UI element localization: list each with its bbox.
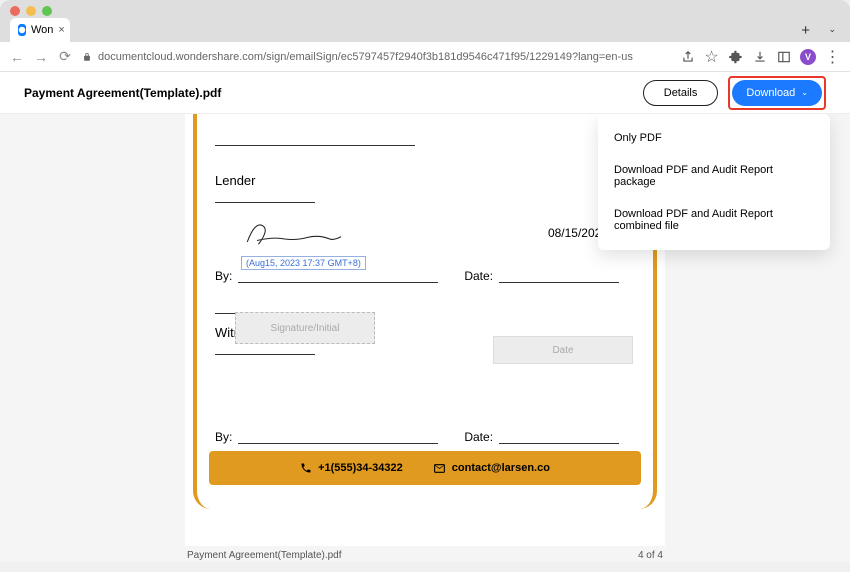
signature-placeholder[interactable]: Signature/Initial bbox=[235, 312, 375, 344]
close-window-icon[interactable] bbox=[10, 6, 20, 16]
browser-toolbar: ☆ V ⋮ bbox=[680, 49, 840, 65]
bookmark-icon[interactable]: ☆ bbox=[704, 49, 719, 64]
extensions-icon[interactable] bbox=[728, 49, 743, 64]
download-button[interactable]: Download ⌄ bbox=[732, 80, 822, 106]
by-line bbox=[238, 282, 438, 283]
tabs-menu-icon[interactable]: ⌄ bbox=[828, 24, 836, 35]
by-label: By: bbox=[215, 269, 232, 283]
tab-title: Won bbox=[31, 24, 53, 36]
footer-phone: +1(555)34-34322 bbox=[300, 462, 403, 474]
details-button[interactable]: Details bbox=[643, 80, 719, 106]
pager: Payment Agreement(Template).pdf 4 of 4 bbox=[185, 550, 665, 561]
pager-page-indicator: 4 of 4 bbox=[638, 550, 663, 561]
date-line bbox=[499, 443, 619, 444]
date-placeholder[interactable]: Date bbox=[493, 336, 633, 364]
blank-line bbox=[215, 354, 315, 355]
back-button[interactable]: ← bbox=[10, 49, 24, 65]
document-title: Payment Agreement(Template).pdf bbox=[24, 86, 221, 100]
page-container: Lender (Aug15, 2023 17:37 GMT+8) By: Dat… bbox=[185, 114, 665, 546]
date-label: Date: bbox=[464, 269, 493, 283]
tab-strip: Won × + ⌄ bbox=[0, 22, 850, 42]
page: Lender (Aug15, 2023 17:37 GMT+8) By: Dat… bbox=[193, 114, 657, 509]
blank-line bbox=[215, 132, 415, 146]
document-viewer[interactable]: Only PDF Download PDF and Audit Report p… bbox=[0, 114, 850, 562]
date-line bbox=[499, 282, 619, 283]
url-text: documentcloud.wondershare.com/sign/email… bbox=[98, 51, 633, 63]
window-titlebar bbox=[0, 0, 850, 22]
date-label: Date: bbox=[464, 430, 493, 444]
browser-tab[interactable]: Won × bbox=[10, 18, 70, 42]
kebab-menu-icon[interactable]: ⋮ bbox=[825, 49, 840, 64]
header-actions: Details Download ⌄ bbox=[643, 76, 826, 110]
reload-button[interactable]: ⟳ bbox=[58, 48, 72, 65]
blank-line bbox=[215, 202, 315, 203]
app-header: Payment Agreement(Template).pdf Details … bbox=[0, 72, 850, 114]
maximize-window-icon[interactable] bbox=[42, 6, 52, 16]
dropdown-item-combined[interactable]: Download PDF and Audit Report combined f… bbox=[598, 198, 830, 242]
panel-icon[interactable] bbox=[776, 49, 791, 64]
mail-icon bbox=[433, 462, 446, 475]
lender-label: Lender bbox=[215, 173, 635, 188]
address-bar: ← → ⟳ documentcloud.wondershare.com/sign… bbox=[0, 42, 850, 72]
signature-timestamp: (Aug15, 2023 17:37 GMT+8) bbox=[241, 256, 366, 270]
share-icon[interactable] bbox=[680, 49, 695, 64]
email-text: contact@larsen.co bbox=[452, 462, 550, 474]
dropdown-item-only-pdf[interactable]: Only PDF bbox=[598, 122, 830, 154]
download-highlight: Download ⌄ bbox=[728, 76, 826, 110]
download-button-label: Download bbox=[746, 87, 795, 99]
new-tab-button[interactable]: + bbox=[801, 22, 810, 39]
lock-icon bbox=[82, 52, 92, 62]
signature-placeholder-label: Signature/Initial bbox=[271, 323, 340, 334]
chevron-down-icon: ⌄ bbox=[801, 88, 808, 97]
footer-email: contact@larsen.co bbox=[433, 462, 550, 475]
browser-chrome: Won × + ⌄ ← → ⟳ documentcloud.wondershar… bbox=[0, 0, 850, 72]
download-dropdown: Only PDF Download PDF and Audit Report p… bbox=[598, 114, 830, 250]
pager-filename: Payment Agreement(Template).pdf bbox=[187, 550, 342, 561]
dropdown-item-package[interactable]: Download PDF and Audit Report package bbox=[598, 154, 830, 198]
minimize-window-icon[interactable] bbox=[26, 6, 36, 16]
forward-button[interactable]: → bbox=[34, 49, 48, 65]
url-field[interactable]: documentcloud.wondershare.com/sign/email… bbox=[82, 51, 670, 63]
phone-icon bbox=[300, 462, 312, 474]
by-label: By: bbox=[215, 430, 232, 444]
by-line bbox=[238, 443, 438, 444]
signature-icon bbox=[241, 218, 351, 248]
date-placeholder-label: Date bbox=[552, 345, 573, 356]
download-icon[interactable] bbox=[752, 49, 767, 64]
profile-avatar[interactable]: V bbox=[800, 49, 816, 65]
document-footer: +1(555)34-34322 contact@larsen.co bbox=[209, 451, 641, 485]
close-tab-icon[interactable]: × bbox=[58, 24, 64, 36]
favicon-icon bbox=[18, 24, 26, 36]
phone-text: +1(555)34-34322 bbox=[318, 462, 403, 474]
